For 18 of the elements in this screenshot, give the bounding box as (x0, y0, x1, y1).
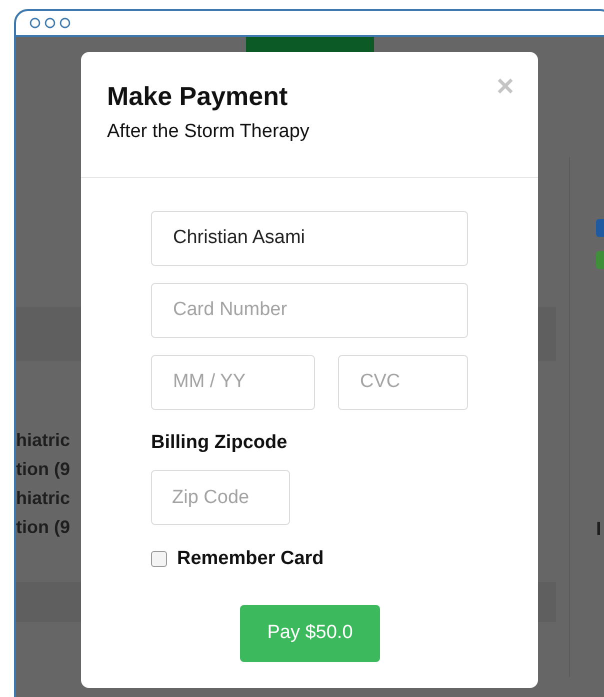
card-number-field[interactable]: Card Number (151, 282, 468, 338)
window-controls-icon (29, 17, 73, 29)
close-button[interactable]: × (496, 70, 514, 104)
zipcode-label: Billing Zipcode (151, 430, 288, 454)
table-text: hiatric (16, 429, 70, 452)
dialog-subtitle: After the Storm Therapy (107, 120, 310, 144)
heading-text: I (596, 519, 602, 541)
zip-code-field[interactable]: Zip Code (151, 470, 290, 525)
table-text: tion (9 (16, 458, 70, 481)
table-text: tion (9 (16, 516, 70, 539)
dialog-title: Make Payment (107, 80, 288, 113)
table-text: hiatric (16, 487, 70, 510)
pay-button[interactable]: Pay $50.0 (240, 604, 380, 662)
name-field[interactable]: Christian Asami (151, 210, 468, 266)
remember-card-label: Remember Card (177, 547, 324, 571)
expiry-field[interactable]: MM / YY (151, 354, 315, 410)
cvc-field[interactable]: CVC (338, 354, 468, 410)
remember-checkbox[interactable] (151, 551, 167, 568)
